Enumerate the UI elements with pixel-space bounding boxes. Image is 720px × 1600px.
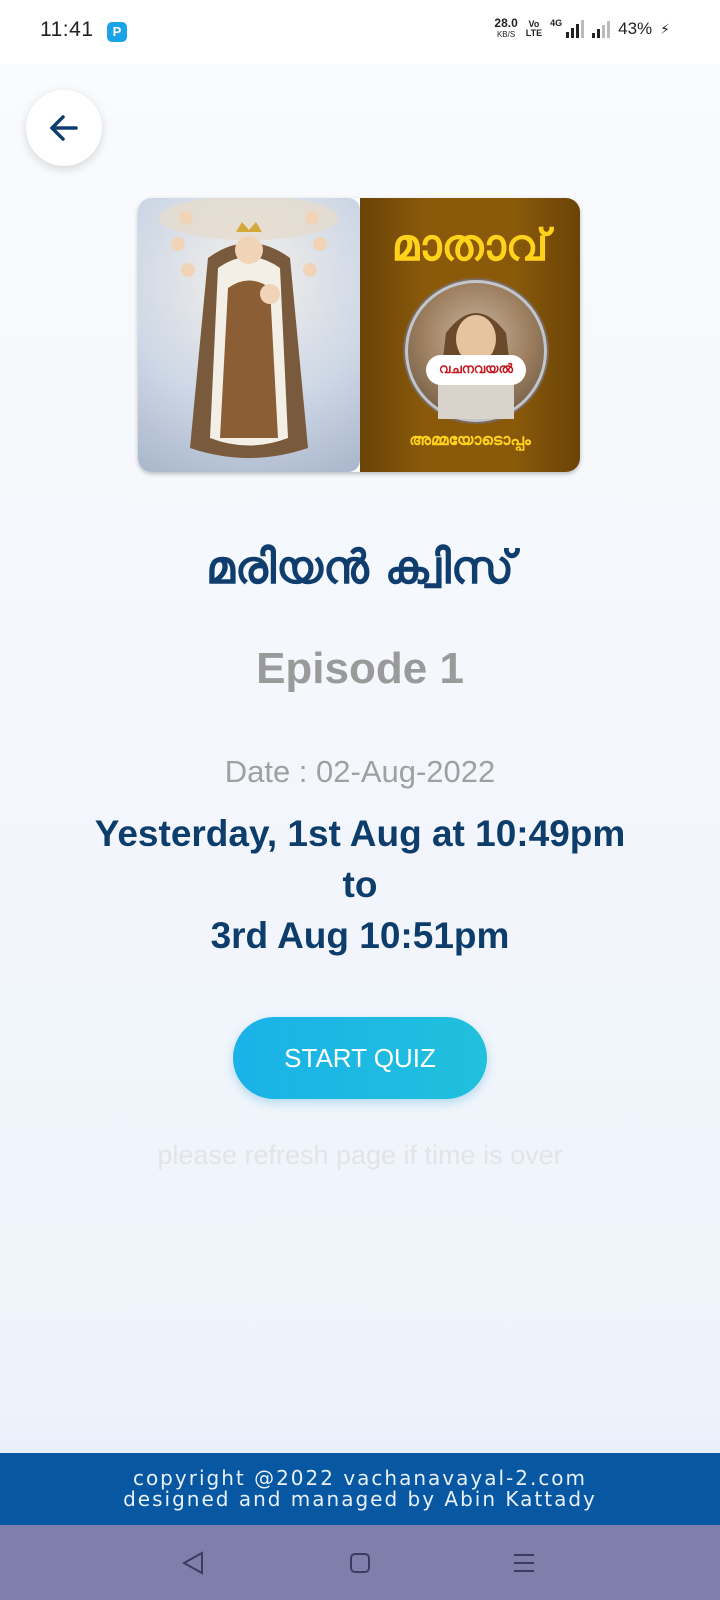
footer: copyright @2022 vachanavayal-2.com desig… [0, 1453, 720, 1525]
quiz-banner-image: മാതാവ് വചനവയൽ അമ്മയോടൊപ്പം [138, 198, 580, 472]
nav-back-icon [181, 1551, 203, 1575]
nav-menu-button[interactable] [508, 1547, 540, 1579]
banner-title-panel: മാതാവ് വചനവയൽ അമ്മയോടൊപ്പം [360, 198, 580, 472]
system-nav-bar [0, 1525, 720, 1600]
status-indicators: 28.0 KB/S Vo LTE 4G 43% ⚡ [494, 16, 670, 40]
signal-icon-secondary [592, 20, 611, 38]
footer-credit: designed and managed by Abin Kattady [123, 1487, 597, 1511]
nav-home-icon [350, 1553, 370, 1573]
status-bar: 11:41 P 28.0 KB/S Vo LTE 4G 43% ⚡ [0, 0, 720, 64]
nav-back-button[interactable] [178, 1547, 210, 1579]
arrow-left-icon [50, 115, 78, 141]
banner-title: മാതാവ് [391, 220, 549, 271]
app-notification-icon: P [107, 22, 127, 42]
jesus-medallion-icon: വചനവയൽ [405, 280, 547, 422]
battery-level: 43% [618, 19, 653, 38]
nav-home-button[interactable] [344, 1547, 376, 1579]
banner-mary-image [138, 198, 360, 472]
medallion-label: വചനവയൽ [426, 355, 526, 385]
schedule-end: 3rd Aug 10:51pm [210, 915, 510, 956]
network-speed: 28.0 KB/S [494, 16, 518, 39]
nav-menu-icon [514, 1554, 534, 1572]
charging-icon: ⚡ [660, 20, 670, 37]
volte-icon: Vo LTE [525, 19, 543, 38]
start-quiz-button[interactable]: START QUIZ [233, 1017, 487, 1099]
back-button[interactable] [26, 90, 102, 166]
refresh-note: please refresh page if time is over [157, 1140, 563, 1170]
schedule-start: Yesterday, 1st Aug at 10:49pm [94, 813, 626, 854]
signal-icon [566, 20, 585, 38]
schedule-separator: to [342, 864, 378, 905]
episode-label: Episode 1 [256, 644, 464, 693]
quiz-schedule: Yesterday, 1st Aug at 10:49pm to 3rd Aug… [0, 808, 720, 961]
mary-figure-icon [159, 198, 339, 458]
network-type: 4G [550, 18, 563, 28]
quiz-date: Date : 02-Aug-2022 [224, 754, 496, 789]
footer-copyright: copyright @2022 vachanavayal-2.com [132, 1466, 588, 1490]
quiz-title: മരിയൻ ക്വിസ് [206, 540, 514, 594]
banner-subtitle: അമ്മയോടൊപ്പം [409, 430, 531, 449]
status-time: 11:41 [40, 18, 94, 41]
jesus-portrait-icon [438, 313, 514, 419]
